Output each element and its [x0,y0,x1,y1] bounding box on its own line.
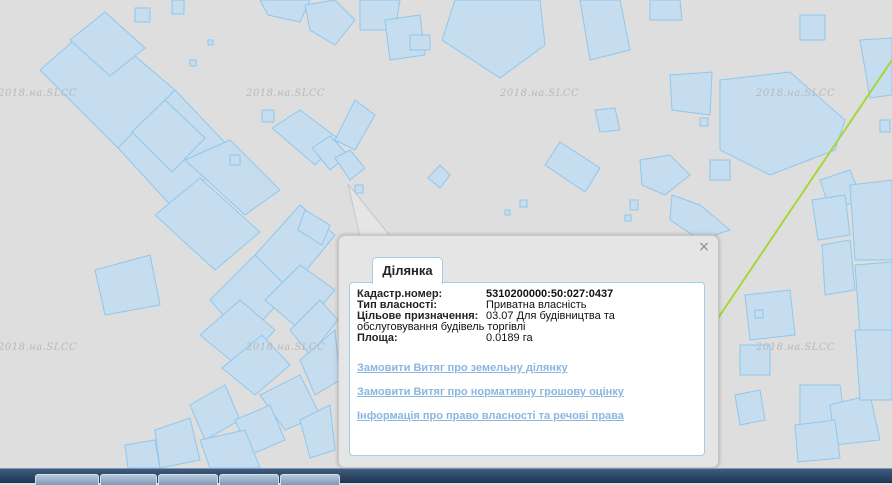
area-label: Площа: [357,332,398,344]
close-icon[interactable]: × [697,240,711,254]
tab-parcel[interactable]: Ділянка [372,257,443,284]
taskbar-app-button[interactable] [280,474,340,485]
ownership-rights-info-link[interactable]: Інформація про право власності та речові… [357,410,624,422]
parcel[interactable] [849,179,892,261]
parcel[interactable] [709,159,731,181]
parcel[interactable] [854,261,892,336]
watermark: 2018.на.SLCC [500,88,580,99]
parcel[interactable] [134,7,151,23]
parcel [229,154,241,166]
parcel [879,119,891,133]
taskbar [0,468,892,485]
taskbar-app-button[interactable] [35,474,99,485]
parcel[interactable] [794,419,841,463]
parcel[interactable] [734,389,766,426]
watermark: 2018.на.SLCC [246,342,326,353]
parcel[interactable] [124,439,161,469]
parcel-info-popup: × Ділянка Кадастр.номер: 5310200000:50:0… [338,235,719,468]
parcel[interactable] [854,329,892,401]
parcel-info-panel: Кадастр.номер: 5310200000:50:027:0437 Ти… [349,282,705,456]
parcel[interactable] [811,194,851,241]
parcel [629,199,639,211]
order-land-extract-link[interactable]: Замовити Витяг про земельну ділянку [357,362,568,374]
taskbar-app-button[interactable] [100,474,157,485]
parcel [189,59,197,67]
parcel[interactable] [821,239,856,296]
watermark: 2018.на.SLCC [246,88,326,99]
watermark: 2018.на.SLCC [756,342,836,353]
area-value: 0.0189 га [486,332,533,344]
taskbar-app-button[interactable] [158,474,218,485]
parcel[interactable] [409,34,431,51]
parcel [754,309,764,319]
watermark: 2018.на.SLCC [0,342,78,353]
parcel [624,214,632,222]
parcel [261,109,275,123]
taskbar-app-button[interactable] [219,474,279,485]
parcel[interactable] [799,14,826,41]
parcel [504,209,511,216]
parcel [519,199,528,208]
watermark: 2018.на.SLCC [756,88,836,99]
watermark: 2018.на.SLCC [0,88,78,99]
popup-pointer [347,183,392,239]
parcel-attributes: Кадастр.номер: 5310200000:50:027:0437 Ти… [357,289,697,344]
parcel [207,39,214,46]
parcel[interactable] [669,71,713,116]
parcel [699,117,709,127]
parcel[interactable] [594,107,621,133]
order-valuation-extract-link[interactable]: Замовити Витяг про нормативну грошову оц… [357,386,624,398]
parcel[interactable] [171,0,185,15]
parcel[interactable] [744,289,796,341]
parcel[interactable] [649,0,683,21]
